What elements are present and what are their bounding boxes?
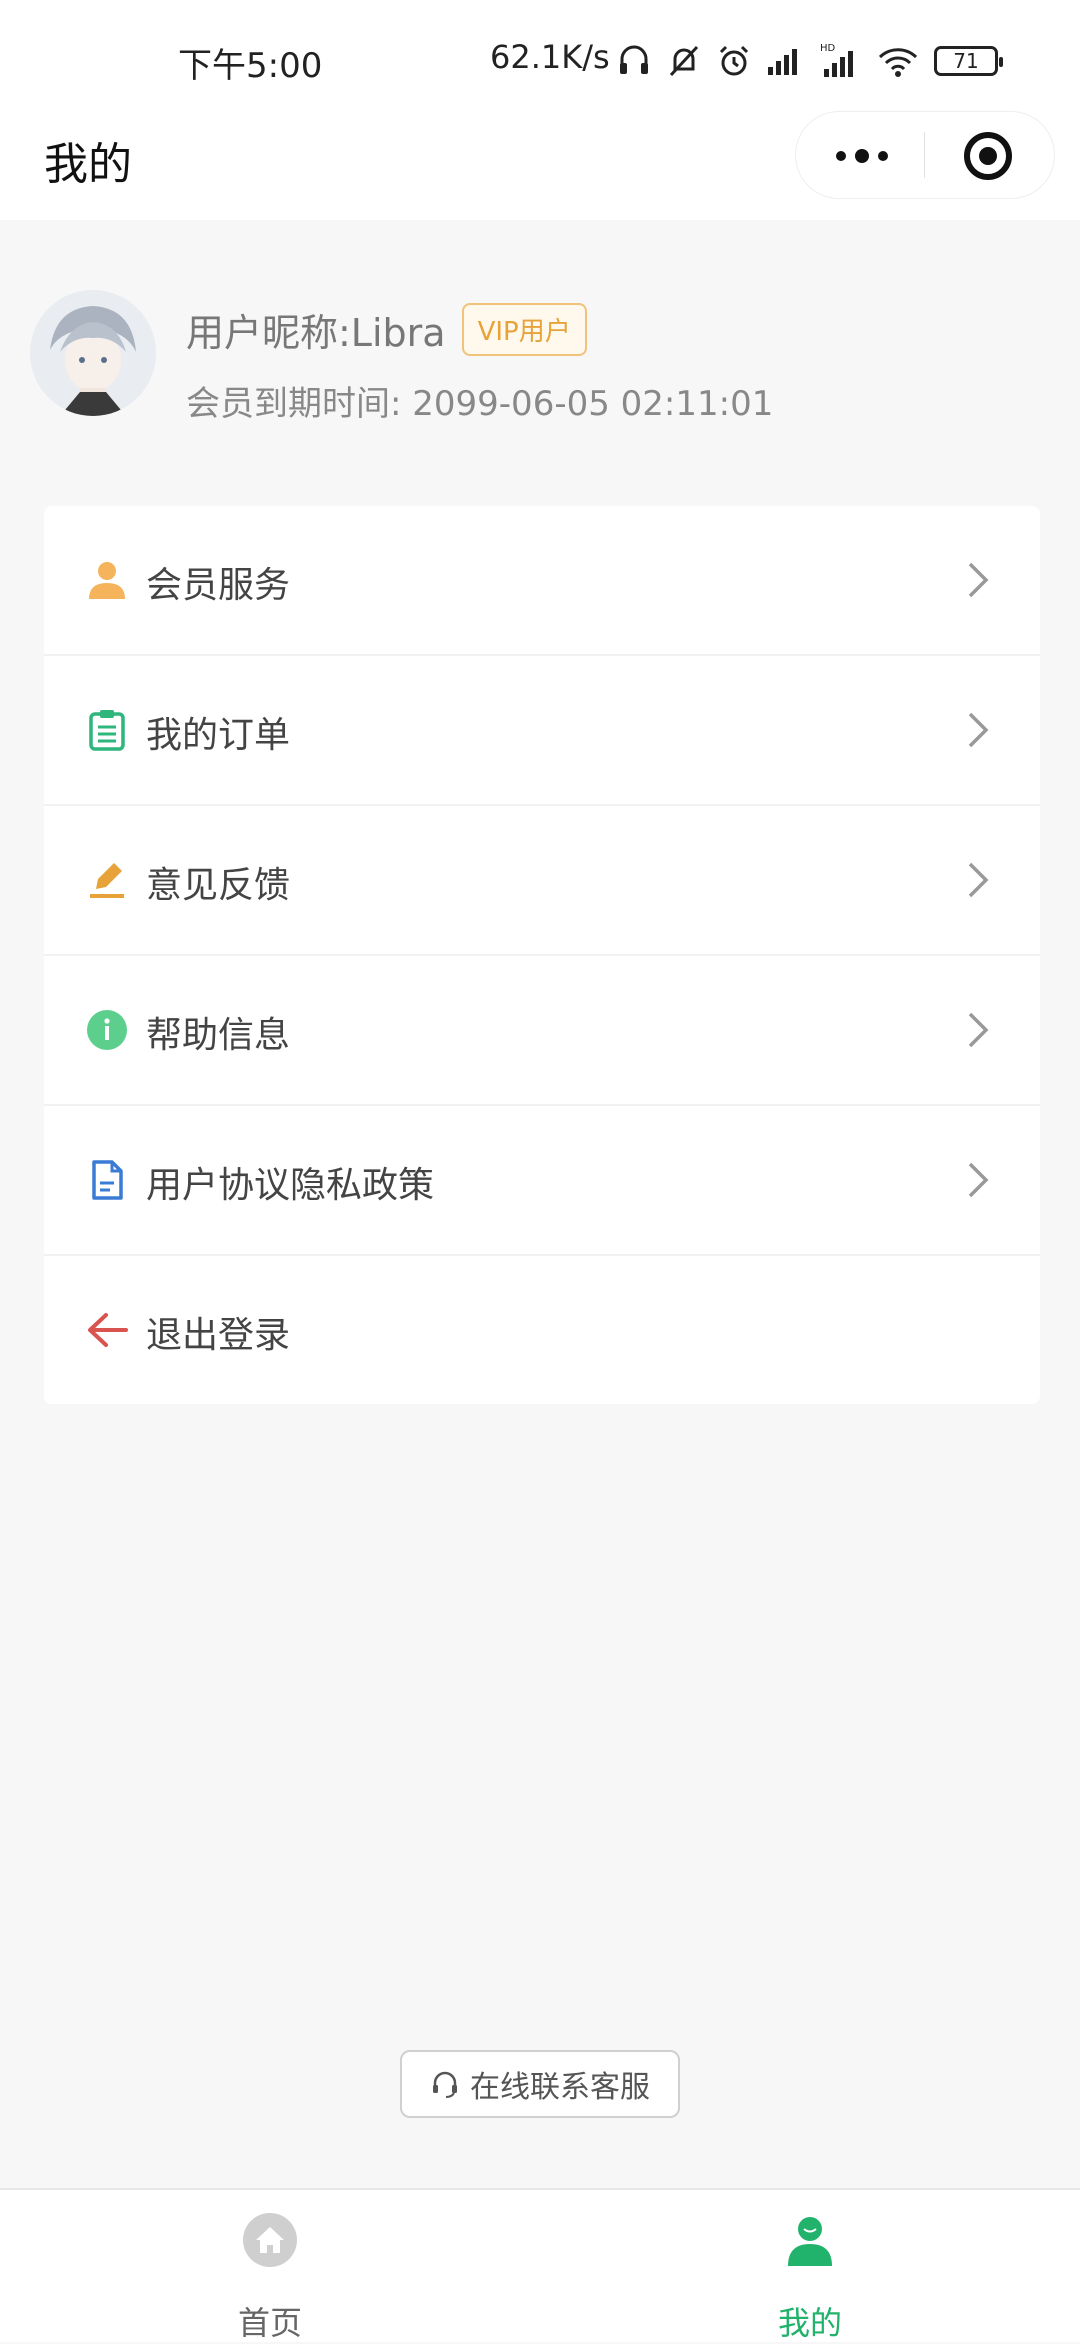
- contact-support-button[interactable]: 在线联系客服: [400, 2050, 680, 2118]
- menu-list: 会员服务 我的订单 意见反馈 帮助信息 用户协议隐私政策 退出登录: [44, 506, 1040, 1404]
- more-menu-button[interactable]: [832, 136, 892, 176]
- chevron-right-icon: [968, 1162, 989, 1198]
- home-icon: [243, 2213, 297, 2267]
- menu-item-feedback[interactable]: 意见反馈: [44, 806, 1040, 956]
- nickname-row: 用户昵称:Libra VIP用户: [186, 302, 587, 357]
- capsule-divider: [924, 132, 925, 178]
- menu-item-help[interactable]: 帮助信息: [44, 956, 1040, 1106]
- chevron-right-icon: [968, 1012, 989, 1048]
- person-icon: [89, 562, 125, 599]
- menu-item-logout[interactable]: 退出登录: [44, 1256, 1040, 1404]
- vip-badge: VIP用户: [461, 303, 587, 356]
- chevron-right-icon: [968, 712, 989, 748]
- headset-icon: [433, 2071, 457, 2098]
- arrow-left-icon: [88, 1313, 128, 1347]
- signal-icon: [768, 49, 797, 75]
- menu-item-agreement[interactable]: 用户协议隐私政策: [44, 1106, 1040, 1256]
- network-speed: 62.1K/s: [490, 38, 610, 76]
- menu-item-label: 会员服务: [146, 565, 291, 606]
- tab-home[interactable]: 首页: [0, 2190, 540, 2342]
- info-icon: [87, 1010, 127, 1050]
- person-icon: [788, 2217, 832, 2266]
- headphones-icon: [620, 45, 648, 74]
- battery-icon: 71: [934, 46, 1003, 76]
- membership-expiry: 会员到期时间: 2099-06-05 02:11:01: [186, 384, 774, 424]
- avatar[interactable]: [30, 290, 156, 416]
- clipboard-icon: [89, 710, 125, 751]
- mini-program-capsule: [796, 112, 1054, 198]
- battery-level: 71: [953, 49, 979, 73]
- bottom-tab-bar: 首页 我的: [0, 2188, 1080, 2342]
- menu-item-label: 帮助信息: [146, 1015, 291, 1056]
- document-icon: [92, 1160, 123, 1200]
- alarm-icon: [719, 45, 749, 76]
- bell-off-icon: [669, 45, 699, 77]
- avatar-image: [30, 290, 156, 416]
- tab-label: 首页: [237, 2304, 302, 2342]
- menu-item-orders[interactable]: 我的订单: [44, 656, 1040, 806]
- wifi-icon: [878, 48, 918, 77]
- signal-hd-icon: HD: [820, 43, 853, 77]
- menu-item-label: 用户协议隐私政策: [146, 1165, 435, 1206]
- tab-label: 我的: [777, 2304, 842, 2342]
- menu-item-membership[interactable]: 会员服务: [44, 506, 1040, 656]
- status-time: 下午5:00: [178, 46, 323, 86]
- chevron-right-icon: [968, 862, 989, 898]
- svg-text:HD: HD: [820, 43, 836, 54]
- contact-support-label: 在线联系客服: [470, 2070, 650, 2105]
- menu-item-label: 我的订单: [146, 715, 291, 756]
- close-mini-program-button[interactable]: [964, 132, 1012, 180]
- menu-item-label: 意见反馈: [146, 865, 291, 906]
- tab-mine[interactable]: 我的: [540, 2190, 1080, 2342]
- nickname: 用户昵称:Libra: [186, 311, 446, 355]
- edit-icon: [90, 863, 124, 898]
- status-bar: 下午5:00 62.1K/s HD 71: [0, 0, 1080, 120]
- chevron-right-icon: [968, 562, 989, 598]
- menu-item-label: 退出登录: [146, 1315, 291, 1356]
- page-title: 我的: [44, 139, 132, 190]
- status-icons: HD 71: [616, 36, 1003, 86]
